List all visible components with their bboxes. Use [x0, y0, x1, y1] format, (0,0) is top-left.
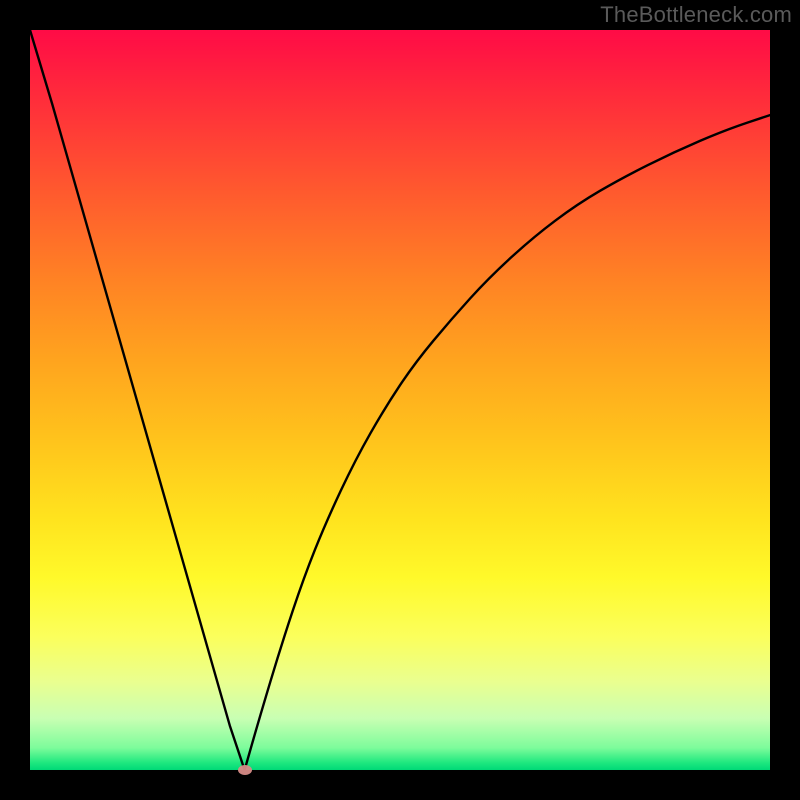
- curve-path: [30, 30, 770, 770]
- chart-frame: TheBottleneck.com: [0, 0, 800, 800]
- curve-svg: [30, 30, 770, 770]
- minimum-marker: [238, 765, 252, 775]
- watermark-text: TheBottleneck.com: [600, 2, 792, 28]
- plot-area: [30, 30, 770, 770]
